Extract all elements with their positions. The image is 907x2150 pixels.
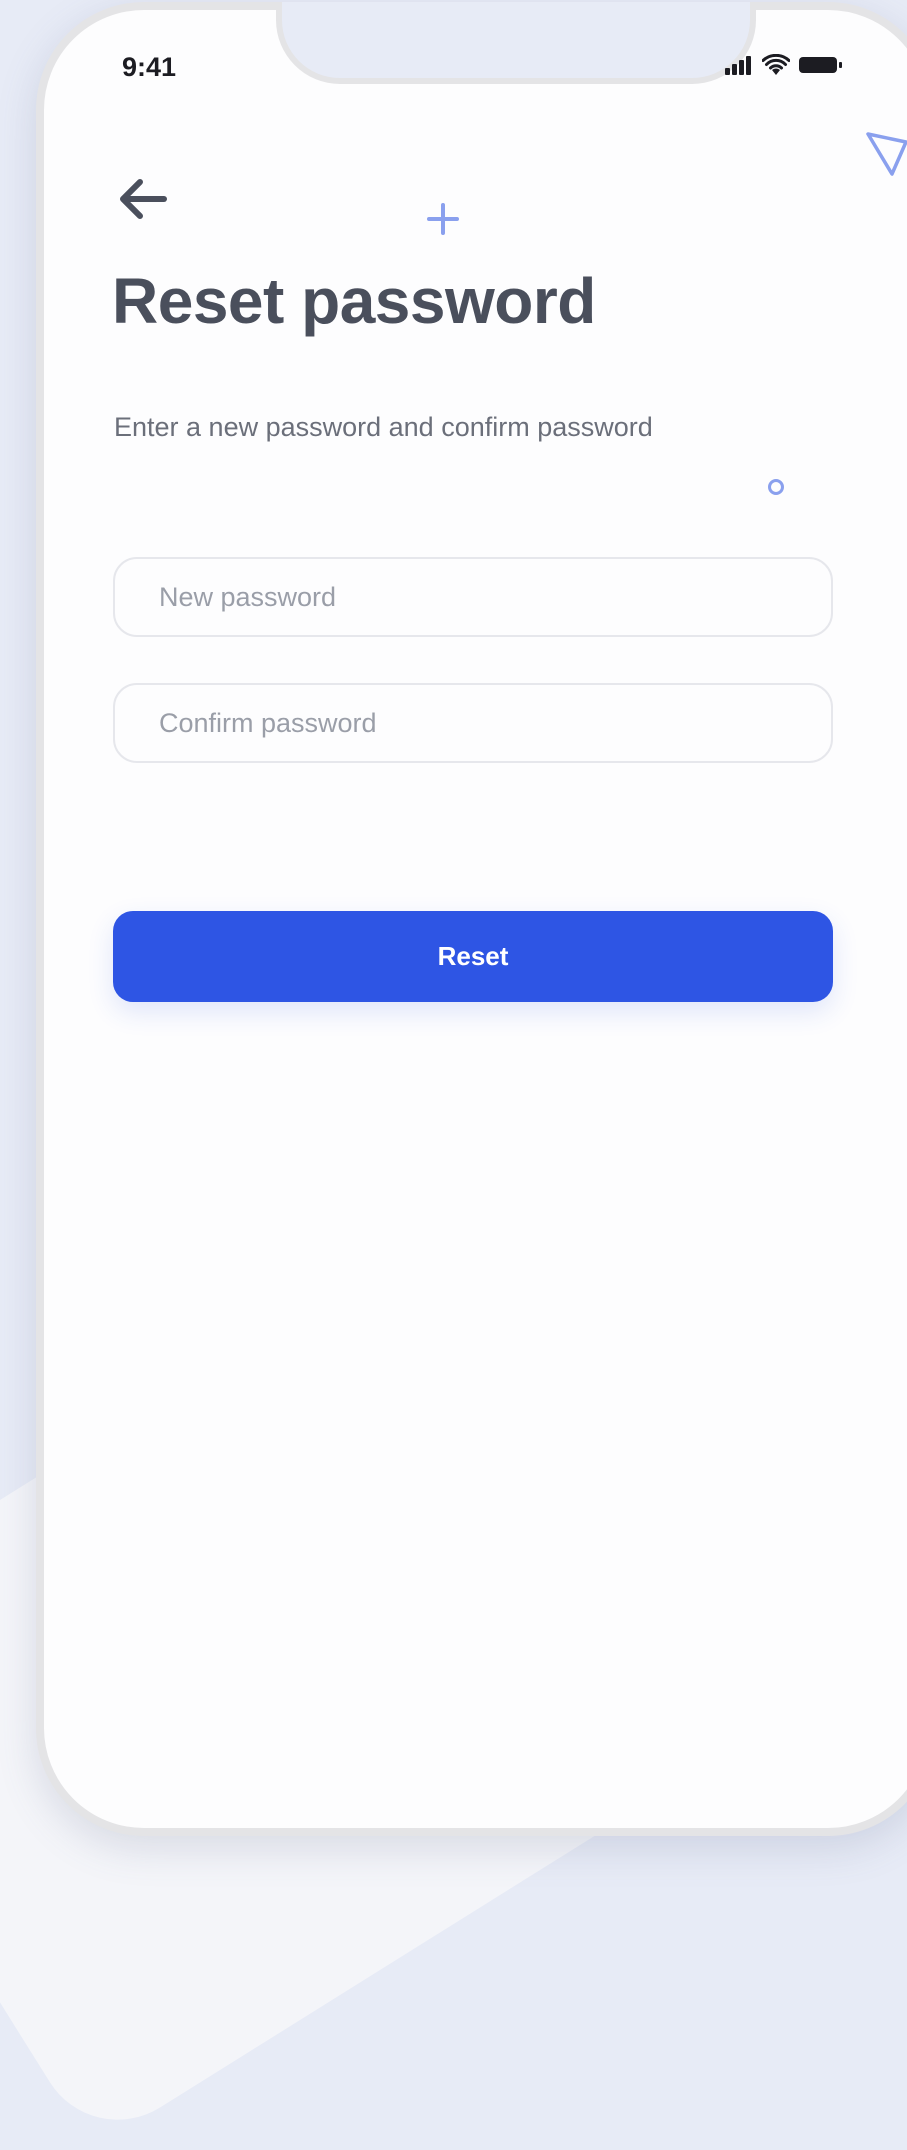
status-icons	[724, 54, 844, 76]
reset-button[interactable]: Reset	[113, 911, 833, 1002]
signal-icon	[725, 56, 751, 75]
arrow-left-icon[interactable]	[116, 176, 168, 222]
confirm-password-input[interactable]	[113, 683, 833, 763]
wifi-icon	[762, 54, 790, 75]
page-subtitle: Enter a new password and confirm passwor…	[114, 412, 653, 442]
new-password-input[interactable]	[113, 557, 833, 637]
plus-icon	[427, 203, 459, 235]
status-time: 9:41	[122, 52, 177, 82]
page-title: Reset password	[112, 265, 596, 337]
triangle-icon	[866, 132, 907, 176]
phone-notch	[276, 2, 756, 84]
battery-icon	[799, 57, 842, 73]
circle-icon	[768, 479, 784, 495]
